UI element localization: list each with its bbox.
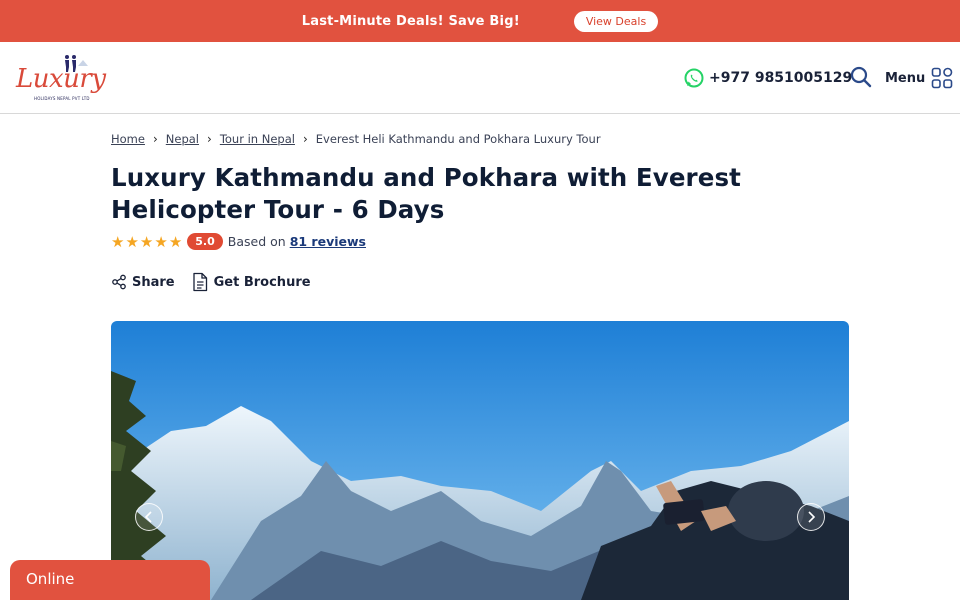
whatsapp-icon xyxy=(684,68,704,88)
breadcrumb-current: Everest Heli Kathmandu and Pokhara Luxur… xyxy=(315,132,601,146)
menu-button[interactable]: Menu xyxy=(885,67,953,89)
star-icon: ★ xyxy=(154,232,168,251)
search-icon xyxy=(850,66,872,88)
logo[interactable]: Luxury HOLIDAYS NEPAL PVT LTD xyxy=(14,52,118,106)
logo-text: Luxury xyxy=(16,64,106,94)
page-title: Luxury Kathmandu and Pokhara with Everes… xyxy=(111,163,741,224)
chevron-right-icon: › xyxy=(207,132,212,146)
grid-menu-icon xyxy=(931,67,953,89)
star-icon: ★ xyxy=(168,232,183,251)
star-rating: ★ ★ ★ ★ ★ xyxy=(111,234,182,250)
chevron-right-icon: › xyxy=(302,132,308,146)
share-button[interactable]: Share xyxy=(111,274,175,290)
menu-label: Menu xyxy=(885,70,926,86)
site-header: Luxury HOLIDAYS NEPAL PVT LTD +977 98510… xyxy=(0,42,960,114)
chevron-right-icon xyxy=(808,511,816,523)
phone-contact[interactable]: +977 9851005129 xyxy=(684,68,852,88)
chevron-left-icon xyxy=(144,511,152,523)
carousel-prev-button[interactable] xyxy=(135,503,163,531)
reviews-link[interactable]: 81 reviews xyxy=(290,234,366,249)
breadcrumb: Home › Nepal › Tour in Nepal › Everest H… xyxy=(111,132,601,146)
breadcrumb-home[interactable]: Home xyxy=(111,132,145,146)
breadcrumb-tour-in-nepal[interactable]: Tour in Nepal xyxy=(220,132,295,146)
online-chat-label: Online xyxy=(26,570,75,588)
promo-banner: Last-Minute Deals! Save Big! View Deals xyxy=(0,0,960,42)
search-button[interactable] xyxy=(850,66,872,88)
phone-number: +977 9851005129 xyxy=(709,70,853,86)
share-label: Share xyxy=(132,274,175,290)
promo-text: Last-Minute Deals! Save Big! xyxy=(301,13,520,29)
rating-row: ★ ★ ★ ★ ★ 5.0 Based on 81 reviews xyxy=(111,233,366,250)
brochure-label: Get Brochure xyxy=(213,274,311,290)
breadcrumb-nepal[interactable]: Nepal xyxy=(166,132,199,146)
view-deals-button[interactable]: View Deals xyxy=(573,10,659,32)
share-icon xyxy=(112,274,126,290)
mountain-photo xyxy=(111,321,849,600)
based-on-text: Based on xyxy=(227,234,286,249)
star-icon: ★ xyxy=(139,232,154,251)
star-icon: ★ xyxy=(111,232,125,251)
online-chat-button[interactable]: Online xyxy=(10,560,210,600)
logo-subtext: HOLIDAYS NEPAL PVT LTD xyxy=(34,96,90,101)
get-brochure-button[interactable]: Get Brochure xyxy=(191,272,311,292)
score-badge: 5.0 xyxy=(187,233,223,250)
action-bar: Share Get Brochure xyxy=(111,272,311,292)
carousel-next-button[interactable] xyxy=(797,503,825,531)
hero-image xyxy=(111,321,849,600)
document-icon xyxy=(192,272,207,292)
chevron-right-icon: › xyxy=(152,132,158,146)
star-icon: ★ xyxy=(125,232,139,251)
